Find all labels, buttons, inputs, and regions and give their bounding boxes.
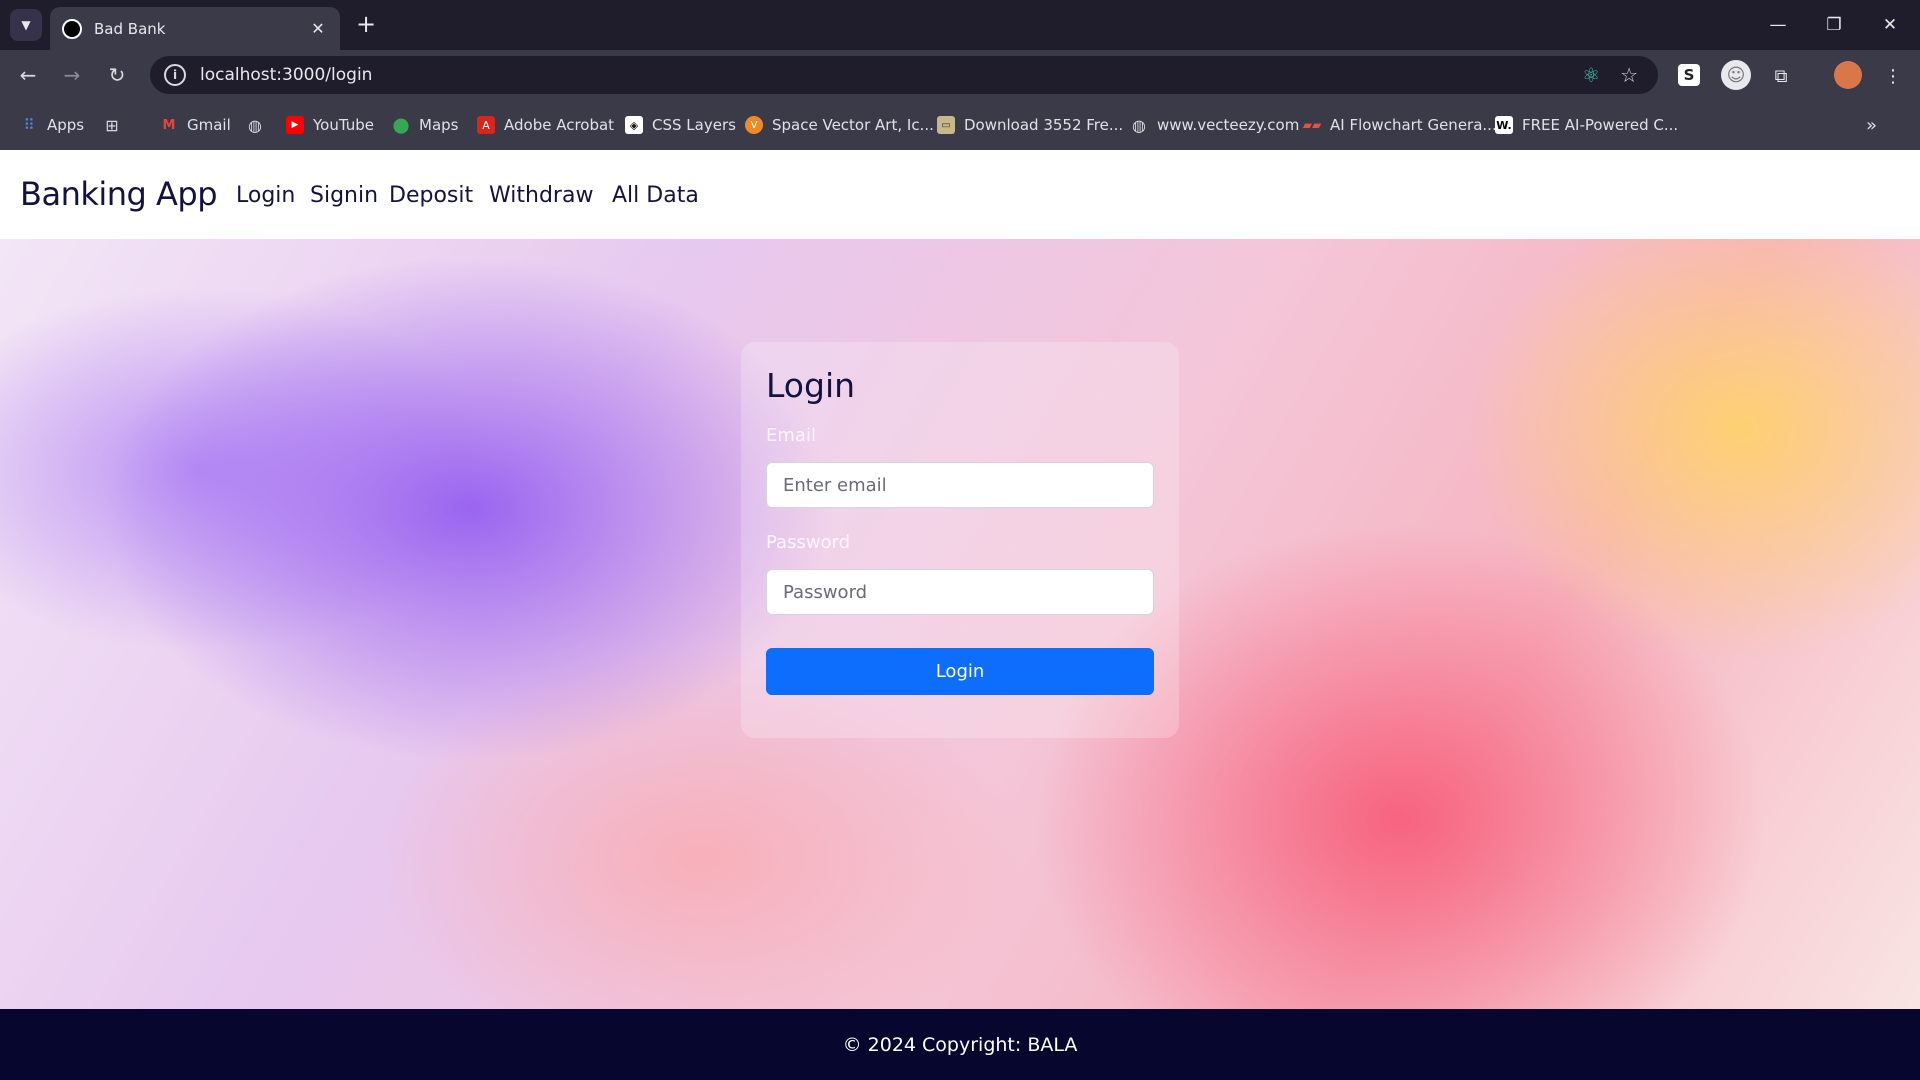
- browser-tab[interactable]: Bad Bank ✕: [50, 7, 340, 50]
- bookmark-apps[interactable]: ⠿ Apps: [20, 113, 85, 137]
- bookmark-vecteezy[interactable]: ◍ www.vecteezy.com: [1130, 113, 1299, 137]
- maps-icon: ⬤: [392, 116, 410, 134]
- tab-search-button[interactable]: ▼: [10, 9, 42, 41]
- more-bookmarks-icon[interactable]: »: [1866, 113, 1877, 137]
- close-icon[interactable]: ✕: [308, 19, 328, 38]
- nav-all-data[interactable]: All Data: [612, 183, 699, 208]
- apps-grid-icon: ⠿: [23, 116, 35, 134]
- s-extension-icon[interactable]: S: [1678, 64, 1700, 86]
- react-devtools-icon[interactable]: ⚛: [1582, 63, 1600, 87]
- avatar[interactable]: [1834, 61, 1862, 89]
- grid-icon: ⊞: [105, 115, 119, 135]
- bookmark-globe[interactable]: ◍: [246, 113, 273, 137]
- bookmark-label: Apps: [47, 116, 85, 134]
- bookmarks-bar: ⠿ Apps ⊞ M Gmail ◍ ▶ YouTube ⬤ Maps A Ad…: [0, 100, 1920, 150]
- download-icon: ▭: [937, 116, 955, 134]
- bookmark-space-vector[interactable]: V Space Vector Art, Ic...: [745, 113, 934, 137]
- bookmark-label: AI Flowchart Genera...: [1330, 116, 1497, 134]
- bookmark-youtube[interactable]: ▶ YouTube: [286, 113, 374, 137]
- url-text[interactable]: localhost:3000/login: [200, 65, 1582, 85]
- bookmark-star-icon[interactable]: ☆: [1620, 63, 1638, 87]
- globe-icon: ◍: [1132, 115, 1146, 135]
- hero-background: Login Email Password Login: [0, 239, 1920, 1009]
- tab-title: Bad Bank: [94, 19, 166, 38]
- bookmark-label: FREE AI-Powered C...: [1522, 116, 1679, 134]
- bookmark-label: Space Vector Art, Ic...: [772, 116, 934, 134]
- acrobat-icon: A: [477, 116, 495, 134]
- restore-icon[interactable]: ❐: [1806, 0, 1862, 50]
- new-tab-button[interactable]: +: [352, 11, 380, 39]
- footer: © 2024 Copyright: BALA: [0, 1009, 1920, 1080]
- chevron-down-icon: ▼: [21, 18, 31, 32]
- email-label: Email: [766, 425, 816, 446]
- nav-signin[interactable]: Signin: [310, 183, 378, 208]
- window-close-icon[interactable]: ✕: [1862, 0, 1918, 50]
- nav-withdraw[interactable]: Withdraw: [489, 183, 593, 208]
- bookmark-free-ai[interactable]: W. FREE AI-Powered C...: [1495, 113, 1678, 137]
- app-navbar: Banking App Login Signin Deposit Withdra…: [0, 150, 1920, 239]
- vector-art-icon: V: [745, 116, 763, 134]
- youtube-icon: ▶: [286, 116, 304, 134]
- password-field[interactable]: [766, 569, 1154, 615]
- bookmark-label: Adobe Acrobat: [504, 116, 615, 134]
- back-icon[interactable]: ←: [12, 59, 44, 91]
- bookmark-label: Maps: [419, 116, 459, 134]
- login-title: Login: [766, 366, 856, 405]
- reload-icon[interactable]: ↻: [101, 59, 133, 91]
- globe-icon: ◍: [248, 115, 262, 135]
- login-button[interactable]: Login: [766, 648, 1154, 695]
- browser-tab-bar: ▼ Bad Bank ✕ + — ❐ ✕: [0, 0, 1920, 50]
- bookmark-label: YouTube: [313, 116, 374, 134]
- site-info-icon[interactable]: i: [164, 64, 186, 86]
- w-icon: W.: [1495, 116, 1513, 134]
- minimize-icon[interactable]: —: [1750, 0, 1806, 50]
- bookmark-label: www.vecteezy.com: [1157, 116, 1300, 134]
- css-layers-icon: ◈: [625, 116, 643, 134]
- menu-kebab-icon[interactable]: ⋮: [1880, 63, 1906, 89]
- gmail-icon: M: [162, 117, 176, 133]
- bookmark-adobe-acrobat[interactable]: A Adobe Acrobat: [477, 113, 614, 137]
- flowchart-icon: ▰▰: [1302, 118, 1322, 132]
- nav-login[interactable]: Login: [236, 183, 295, 208]
- nav-deposit[interactable]: Deposit: [389, 183, 473, 208]
- bookmark-label: Download 3552 Fre...: [964, 116, 1124, 134]
- bookmark-css-layers[interactable]: ◈ CSS Layers: [625, 113, 736, 137]
- bookmark-maps[interactable]: ⬤ Maps: [392, 113, 459, 137]
- bookmark-grid[interactable]: ⊞: [103, 113, 130, 137]
- brand-logo[interactable]: Banking App: [20, 175, 218, 213]
- browser-toolbar: ← → ↻ i localhost:3000/login ⚛ ☆ S ☺ ⧉ ⋮: [0, 50, 1920, 100]
- password-label: Password: [766, 532, 851, 553]
- login-card: Login Email Password Login: [741, 342, 1179, 738]
- extensions-puzzle-icon[interactable]: ⧉: [1768, 63, 1794, 89]
- bookmark-ai-flowchart[interactable]: ▰▰ AI Flowchart Genera...: [1303, 113, 1497, 137]
- profile-extension-icon[interactable]: ☺: [1721, 60, 1751, 90]
- bookmark-download[interactable]: ▭ Download 3552 Fre...: [937, 113, 1123, 137]
- forward-icon[interactable]: →: [56, 59, 88, 91]
- bookmark-label: CSS Layers: [652, 116, 736, 134]
- email-field[interactable]: [766, 462, 1154, 508]
- tab-favicon-icon: [62, 18, 82, 39]
- copyright-text: © 2024 Copyright: BALA: [842, 1033, 1078, 1056]
- bookmark-label: Gmail: [187, 116, 231, 134]
- address-bar[interactable]: i localhost:3000/login ⚛ ☆: [150, 56, 1658, 94]
- bookmark-gmail[interactable]: M Gmail: [160, 113, 231, 137]
